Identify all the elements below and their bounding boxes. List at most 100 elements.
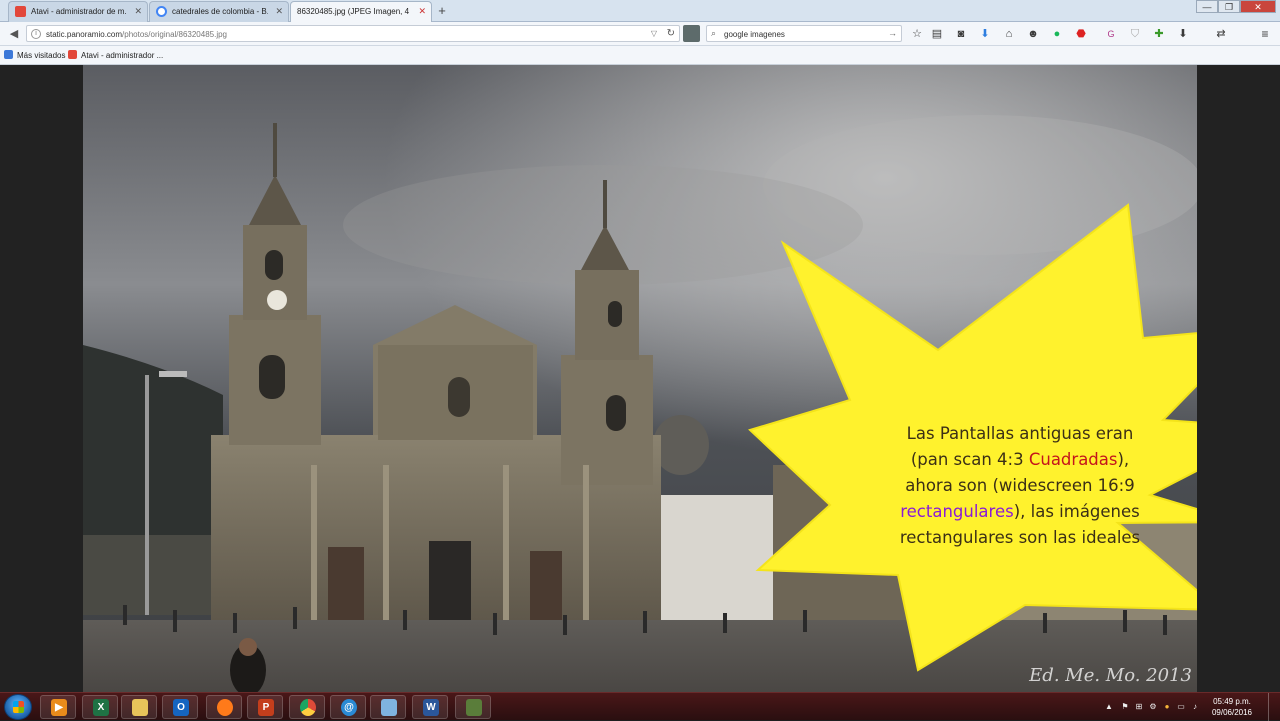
bookmark-star-icon[interactable]: ☆	[910, 27, 924, 41]
tab-label: Atavi - administrador de m...	[31, 7, 127, 16]
badge-extension-icon[interactable]: ✚	[1152, 27, 1166, 41]
taskbar-windows-app[interactable]	[370, 695, 406, 719]
close-window-button[interactable]: ✕	[1240, 0, 1276, 13]
menu-icon[interactable]: ≡	[1258, 27, 1272, 41]
show-hidden-icons-icon[interactable]: ▲	[1104, 702, 1114, 712]
taskbar-file-explorer[interactable]	[121, 695, 157, 719]
history-dropdown-icon[interactable]: ▽	[651, 29, 657, 38]
callout-line: Las Pantallas antiguas eran	[906, 424, 1134, 443]
minimize-button[interactable]: —	[1196, 0, 1218, 13]
clock-date: 09/06/2016	[1211, 708, 1253, 717]
bookmark-folder-icon	[4, 50, 13, 59]
callout-text-segment: ), las imágenes	[1013, 502, 1140, 521]
notification-tray-icon[interactable]: ●	[1162, 702, 1172, 712]
network-app-icon: @	[341, 699, 357, 716]
taskbar-word[interactable]: W	[412, 695, 448, 719]
photo-watermark: Ed. Me. Mo. 2013	[1029, 665, 1192, 686]
taskbar-tools-app[interactable]	[455, 695, 491, 719]
google-favicon-icon	[156, 6, 167, 17]
taskbar-powerpoint[interactable]: P	[247, 695, 283, 719]
action-center-flag-icon[interactable]: ⚑	[1120, 702, 1130, 712]
powerpoint-icon: P	[258, 699, 274, 716]
search-icon: ⌕	[711, 28, 717, 38]
home-icon[interactable]: ⌂	[1002, 27, 1016, 41]
excel-icon: X	[93, 699, 109, 716]
tab-label: 86320485.jpg (JPEG Imagen, 42...	[297, 7, 409, 16]
close-tab-icon[interactable]: ✕	[134, 6, 142, 17]
system-tray: ▲ ⚑ ⊞ ⚙ ● ▭ ♪ 05:49 p.m. 09/06/2016	[1100, 693, 1280, 721]
monitor-tray-icon[interactable]: ▭	[1176, 702, 1186, 712]
close-tab-icon[interactable]: ✕	[275, 6, 283, 17]
g-extension-icon[interactable]: G	[1104, 27, 1118, 41]
show-desktop-button[interactable]	[1268, 693, 1280, 721]
info-icon[interactable]: i	[31, 29, 41, 39]
system-clock[interactable]: 05:49 p.m. 09/06/2016	[1206, 696, 1258, 718]
close-tab-icon[interactable]: ✕	[418, 6, 426, 17]
callout-text-segment: (pan scan 4:3	[910, 450, 1029, 469]
atavi-favicon-icon	[68, 50, 77, 59]
pocket-icon[interactable]: ◙	[954, 27, 968, 41]
url-path: /photos/original/86320485.jpg	[122, 30, 228, 39]
tools-app-icon	[466, 699, 482, 716]
callout-highlight-red: Cuadradas	[1028, 450, 1118, 469]
extension-green-icon[interactable]: ●	[1050, 27, 1064, 41]
adblock-icon[interactable]: ⬣	[1074, 27, 1088, 41]
new-tab-button[interactable]: +	[434, 3, 450, 19]
maximize-button[interactable]: ❐	[1218, 0, 1240, 13]
download-arrow-icon[interactable]: ⬇	[1176, 27, 1190, 41]
back-arrow-icon[interactable]: ◀	[6, 26, 22, 42]
windows-app-icon	[381, 699, 397, 716]
reload-icon[interactable]: ↻	[667, 28, 675, 39]
callout-text: Las Pantallas antiguas eran (pan scan 4:…	[876, 421, 1164, 551]
tab-atavi[interactable]: Atavi - administrador de m... ✕	[8, 1, 148, 22]
callout-line: ahora son (widescreen 16:9	[905, 476, 1135, 495]
folder-icon	[132, 699, 148, 716]
taskbar-outlook[interactable]: O	[162, 695, 198, 719]
start-button[interactable]	[4, 694, 32, 720]
url-bar[interactable]: i static.panoramio.com/photos/original/8…	[26, 25, 680, 42]
taskbar-network-app[interactable]: @	[330, 695, 366, 719]
outlook-icon: O	[173, 699, 189, 716]
sync-icon[interactable]: ⇄	[1214, 27, 1228, 41]
word-icon: W	[423, 699, 439, 716]
search-input[interactable]: google imagenes	[724, 30, 785, 39]
settings-tray-icon[interactable]: ⚙	[1148, 702, 1158, 712]
chat-icon[interactable]: ☻	[1026, 27, 1040, 41]
taskbar-media-player[interactable]: ▶	[40, 695, 76, 719]
callout-line: (pan scan 4:3 Cuadradas),	[876, 447, 1164, 473]
callout-highlight-purple: rectangulares	[900, 502, 1014, 521]
reading-list-icon[interactable]: ▤	[930, 27, 944, 41]
shield-icon[interactable]: ⛉	[1128, 27, 1142, 41]
bookmark-atavi[interactable]: Atavi - administrador ...	[68, 50, 163, 60]
page-action-icon[interactable]	[683, 25, 700, 42]
tab-image[interactable]: 86320485.jpg (JPEG Imagen, 42... ✕	[290, 1, 432, 22]
taskbar-excel[interactable]: X	[82, 695, 118, 719]
volume-icon[interactable]: ♪	[1190, 702, 1200, 712]
bookmark-label: Atavi - administrador ...	[81, 51, 164, 60]
bookmark-label: Más visitados	[17, 51, 66, 60]
url-text[interactable]: static.panoramio.com/photos/original/863…	[46, 30, 227, 39]
search-bar[interactable]: ⌕ google imagenes →	[706, 25, 902, 42]
window-controls: — ❐ ✕	[1196, 0, 1276, 14]
cathedral-photo[interactable]: Ed. Me. Mo. 2013	[83, 65, 1197, 692]
chrome-icon	[300, 699, 316, 716]
tab-label: catedrales de colombia - B...	[172, 7, 268, 16]
callout-text-segment: ),	[1117, 450, 1130, 469]
cathedral-photo-illustration	[83, 65, 1197, 692]
taskbar-firefox[interactable]	[206, 695, 242, 719]
tab-strip: Atavi - administrador de m... ✕ catedral…	[0, 0, 1280, 22]
atavi-favicon-icon	[15, 6, 26, 17]
windows-tray-icon[interactable]: ⊞	[1134, 702, 1144, 712]
firefox-icon	[217, 699, 233, 716]
clock-time: 05:49 p.m.	[1213, 697, 1251, 706]
windows-logo-icon	[13, 701, 24, 713]
windows-taskbar: ▶ X O P @ W ▲ ⚑ ⊞ ⚙ ● ▭ ♪ 05:49 p.m. 09/…	[0, 692, 1280, 721]
tab-catedrales[interactable]: catedrales de colombia - B... ✕	[149, 1, 289, 22]
navigation-bar: ◀ i static.panoramio.com/photos/original…	[0, 22, 1280, 46]
media-player-icon: ▶	[51, 699, 67, 716]
bookmarks-bar: Más visitados Atavi - administrador ...	[0, 46, 1280, 65]
taskbar-chrome[interactable]	[289, 695, 325, 719]
download-icon[interactable]: ⬇	[978, 27, 992, 41]
bookmark-mas-visitados[interactable]: Más visitados	[4, 50, 65, 60]
search-go-icon[interactable]: →	[888, 28, 897, 38]
